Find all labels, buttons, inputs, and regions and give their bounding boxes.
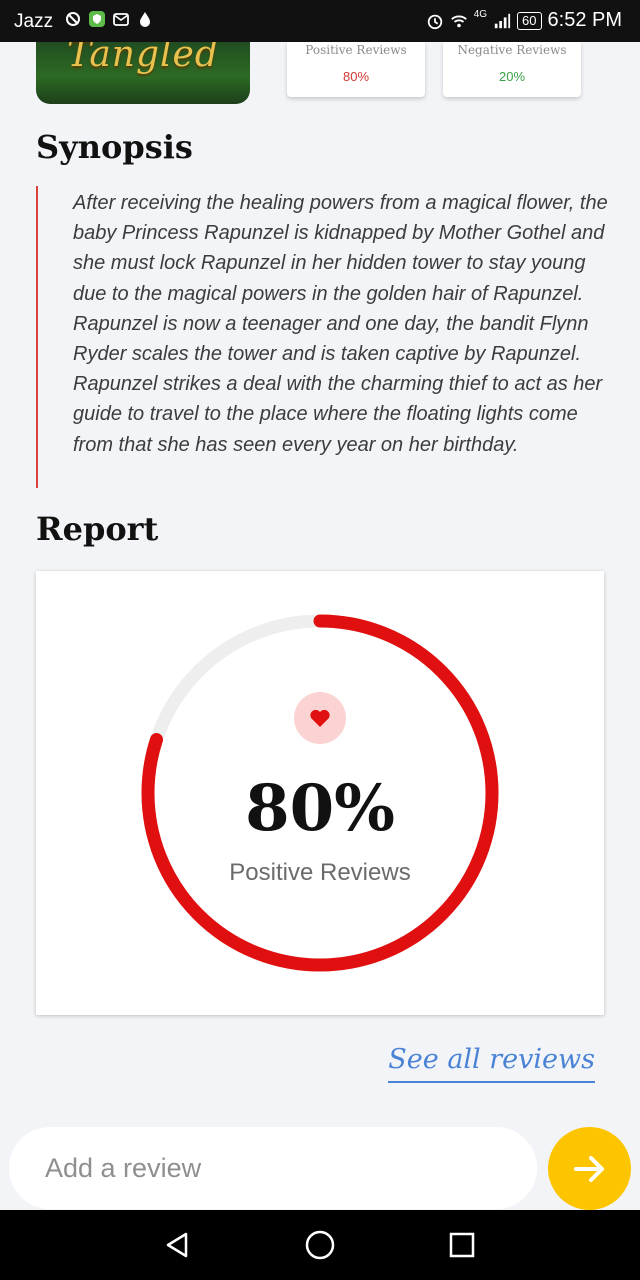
heart-icon bbox=[310, 709, 330, 727]
recents-square-icon bbox=[449, 1232, 475, 1258]
movie-poster: Tangled bbox=[36, 42, 250, 104]
report-heading: Report bbox=[36, 510, 159, 548]
positive-reviews-card: Positive Reviews 80% bbox=[287, 42, 425, 97]
submit-review-button[interactable] bbox=[548, 1127, 631, 1210]
mail-icon bbox=[113, 13, 129, 26]
arrow-right-icon bbox=[573, 1155, 604, 1182]
nav-back-button[interactable] bbox=[160, 1228, 194, 1262]
notification-icons bbox=[64, 10, 154, 28]
positive-reviews-label: Positive Reviews bbox=[305, 43, 407, 57]
wifi-icon bbox=[450, 15, 467, 27]
add-review-input[interactable] bbox=[9, 1127, 537, 1209]
poster-title: Tangled bbox=[67, 42, 219, 75]
home-circle-icon bbox=[305, 1230, 335, 1260]
heart-badge bbox=[294, 692, 346, 744]
drop-icon bbox=[140, 12, 150, 27]
positive-percent-label: Positive Reviews bbox=[229, 859, 411, 886]
battery-indicator: 60 bbox=[517, 11, 542, 30]
system-nav-bar bbox=[0, 1210, 640, 1280]
nav-home-button[interactable] bbox=[303, 1228, 337, 1262]
status-bar: Jazz 4G 60 6:52 PM bbox=[0, 0, 640, 42]
positive-percent: 80% bbox=[245, 771, 395, 846]
positive-reviews-value: 80% bbox=[342, 69, 370, 84]
clock: 6:52 PM bbox=[547, 9, 622, 31]
status-right: 4G 60 6:52 PM bbox=[426, 9, 622, 32]
negative-reviews-value: 20% bbox=[498, 69, 526, 84]
carrier-name: Jazz bbox=[14, 11, 54, 32]
see-all-reviews-link[interactable]: See all reviews bbox=[388, 1044, 595, 1083]
synopsis-heading: Synopsis bbox=[36, 128, 193, 166]
signal-icon bbox=[494, 13, 511, 28]
nav-recents-button[interactable] bbox=[445, 1228, 479, 1262]
negative-reviews-label: Negative Reviews bbox=[457, 43, 567, 57]
shield-icon bbox=[89, 11, 105, 27]
report-card: 80% Positive Reviews bbox=[36, 571, 604, 1015]
synopsis-text: After receiving the healing powers from … bbox=[73, 192, 608, 456]
network-type: 4G bbox=[473, 9, 488, 20]
alarm-icon bbox=[427, 14, 442, 29]
back-triangle-icon bbox=[166, 1232, 188, 1258]
negative-reviews-card: Negative Reviews 20% bbox=[443, 42, 581, 97]
synopsis-accent-bar bbox=[36, 186, 38, 488]
app-notification-icon bbox=[66, 12, 80, 26]
